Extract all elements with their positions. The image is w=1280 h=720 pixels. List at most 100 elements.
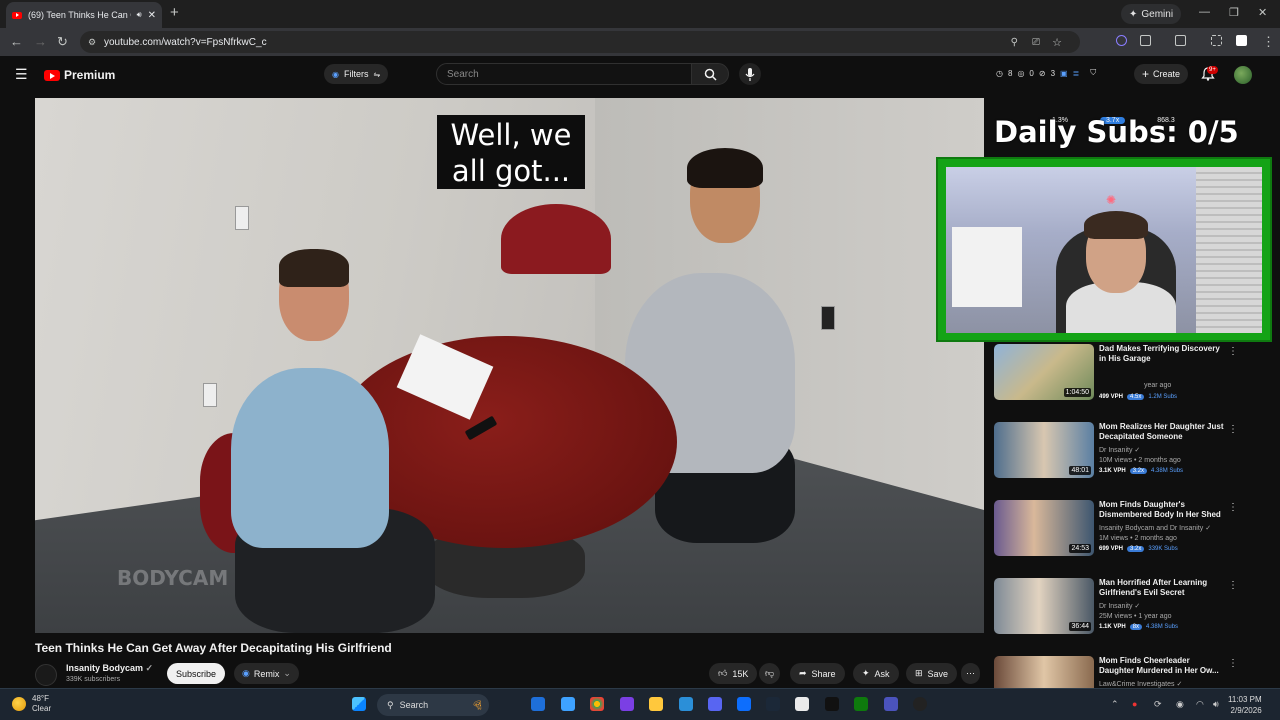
tray-app-icon[interactable]: ◉ [1176,699,1184,710]
excel-icon[interactable] [854,697,868,711]
restore-icon[interactable]: ❐ [1229,6,1239,19]
copilot-icon[interactable] [561,697,575,711]
channel-name[interactable]: Insanity Bodycam ✓ [66,663,153,674]
like-button[interactable]: 👍︎ 15K [709,663,758,684]
voice-search-button[interactable] [739,63,761,85]
tray-sync-icon[interactable]: ⟳ [1154,699,1162,710]
recommendation-item[interactable]: Mom Finds Cheerleader Daughter Murdered … [994,656,1254,688]
more-actions-icon[interactable]: ⋮ [1228,502,1238,513]
discord-icon[interactable] [708,697,722,711]
chrome-taskbar-icon[interactable] [590,697,604,711]
audio-icon[interactable]: 🔊︎ [137,10,142,20]
ask-button[interactable]: ✦ Ask [853,663,899,684]
neon-leaf-icon: ✺ [1106,193,1117,207]
obs-icon[interactable] [913,697,927,711]
more-actions-icon[interactable]: ⋮ [1228,580,1238,591]
youtube-play-icon [44,69,60,81]
recommendation-channel[interactable]: Dr Insanity ✓ [1099,602,1140,610]
recommendation-channel[interactable]: Law&Crime Investigates ✓ [1099,680,1182,688]
extension-purple-icon[interactable] [1116,35,1127,46]
extensions-puzzle-icon[interactable] [1140,35,1151,46]
tray-app-icon[interactable]: ● [1132,699,1137,709]
cast-icon[interactable]: ⎚ [1032,37,1040,48]
forward-icon[interactable]: → [34,34,47,49]
recommendation-title[interactable]: Mom Realizes Her Daughter Just Decapitat… [1099,422,1227,442]
recommendation-thumbnail[interactable]: 24:53 [994,500,1094,556]
recommendation-meta: 1M views • 2 months ago [1099,535,1177,542]
more-actions-icon[interactable]: ⋮ [1228,346,1238,357]
recommendation-channel[interactable]: Dr Insanity ✓ [1099,446,1140,454]
gemini-button[interactable]: ✦ Gemini [1121,4,1182,24]
recommendation-item[interactable]: 24:53 Mom Finds Daughter's Dismembered B… [994,500,1254,562]
search-button[interactable] [691,63,729,85]
address-bar[interactable]: ⚙︎ youtube.com/watch?v=FpsNfrkwC_c ⚲ ⎚ ☆ [80,31,1080,53]
ext-badge-icon: ▣ [1060,68,1068,78]
tray-chevron-icon[interactable]: ⌃ [1111,699,1119,710]
wifi-icon[interactable]: ◠ [1196,699,1204,710]
recommendation-item[interactable]: 1:04:50 Dad Makes Terrifying Discovery i… [994,344,1254,406]
steam-icon[interactable] [766,697,780,711]
more-button[interactable]: ⋯ [961,663,980,684]
profile-icon[interactable] [1236,35,1247,46]
weather-widget[interactable]: 48°F Clear [12,694,51,714]
recommendation-channel[interactable]: Insanity Bodycam and Dr Insanity ✓ [1099,524,1211,532]
subscribe-button[interactable]: Subscribe [167,663,226,684]
video-player[interactable]: Well, we all got... BODYCAM [35,98,984,633]
bookmark-star-icon[interactable]: ☆ [1052,36,1062,49]
recommendation-title[interactable]: Mom Finds Cheerleader Daughter Murdered … [1099,656,1227,676]
file-explorer-icon[interactable] [649,697,663,711]
store-icon[interactable] [795,697,809,711]
recommendation-item[interactable]: 36:44 Man Horrified After Learning Girlf… [994,578,1254,640]
weather-temp: 48°F [32,694,49,703]
recommendation-thumbnail[interactable]: 1:04:50 [994,344,1094,400]
app-blue-icon[interactable] [679,697,693,711]
photos-icon[interactable] [737,697,751,711]
chevron-down-icon: ⌄ [283,668,291,678]
remix-button[interactable]: ◉ Remix ⌄ [234,663,299,684]
filters-button[interactable]: ◉ Filters ⇋ [324,64,389,84]
recommendation-title[interactable]: Man Horrified After Learning Girlfriend'… [1099,578,1227,598]
taskbar-search[interactable]: ⚲ Search 🍕︎ [377,694,489,716]
minimize-icon[interactable]: — [1199,6,1210,18]
volume-icon[interactable]: 🔊︎ [1213,699,1219,710]
youtube-logo[interactable]: Premium [44,68,115,82]
capcut-icon[interactable] [825,697,839,711]
more-actions-icon[interactable]: ⋮ [1228,658,1238,669]
teams-icon[interactable] [884,697,898,711]
recommendation-title[interactable]: Dad Makes Terrifying Discovery in His Ga… [1099,344,1227,364]
create-button[interactable]: + Create [1134,64,1189,84]
dislike-button[interactable]: 👎︎ [759,663,781,684]
close-tab-icon[interactable]: ✕ [148,10,156,21]
sidepanel-icon[interactable] [1175,35,1186,46]
channel-avatar[interactable] [35,664,57,686]
task-view-icon[interactable] [531,697,545,711]
new-tab-button[interactable]: + [170,4,179,21]
share-button[interactable]: ➦ Share [790,663,845,684]
taskbar-clock[interactable]: 11:03 PM 2/9/2026 [1228,694,1262,716]
browser-tab[interactable]: (69) Teen Thinks He Can Ge 🔊︎ ✕ [6,2,162,28]
wall-outlet [235,206,249,230]
windows-start-icon[interactable] [352,697,366,711]
more-actions-icon[interactable]: ⋮ [1228,424,1238,435]
save-button[interactable]: ⊞ Save [906,663,958,684]
chrome-menu-icon[interactable]: ⋮ [1262,34,1275,50]
recommendation-thumbnail[interactable]: 48:01 [994,422,1094,478]
site-info-icon[interactable]: ⚙︎ [88,37,96,48]
tab-search-icon[interactable] [1211,35,1222,46]
recommendation-item[interactable]: 48:01 Mom Realizes Her Daughter Just Dec… [994,422,1254,484]
app-purple-icon[interactable] [620,697,634,711]
search-icon [704,68,717,81]
recommendation-thumbnail[interactable] [994,656,1094,688]
search-input[interactable]: Search [436,63,692,85]
vph-ratio: 4.5x [1127,394,1145,400]
header-extension-stats[interactable]: ◷ 8 ◎ 0 ⊘ 3 ▣ ≣ ⛉ [996,68,1096,78]
recommendation-vph: 699 VPH 3.2x 339K Subs [1099,546,1178,552]
account-avatar[interactable] [1234,66,1252,84]
back-icon[interactable]: ← [10,34,23,49]
recommendation-title[interactable]: Mom Finds Daughter's Dismembered Body In… [1099,500,1227,520]
zoom-icon[interactable]: ⚲ [1011,37,1018,48]
recommendation-thumbnail[interactable]: 36:44 [994,578,1094,634]
close-window-icon[interactable]: ✕ [1258,6,1267,19]
reload-icon[interactable]: ↻ [57,34,68,50]
hamburger-menu-icon[interactable]: ☰ [15,66,28,83]
